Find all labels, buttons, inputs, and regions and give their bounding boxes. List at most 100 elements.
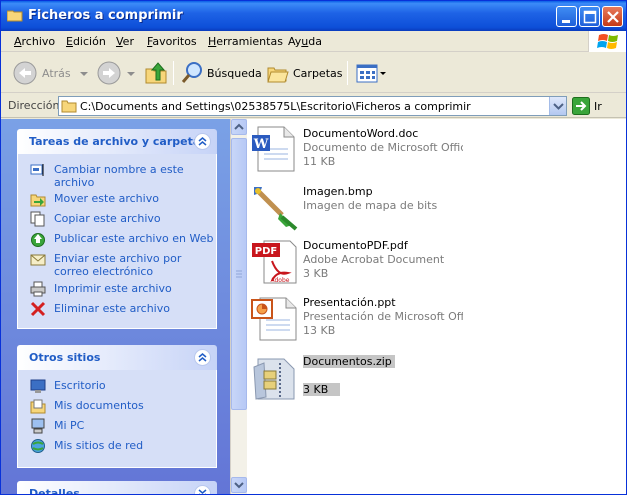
up-folder-button[interactable]	[144, 60, 168, 86]
minimize-icon	[562, 20, 570, 23]
search-icon	[181, 62, 202, 83]
collapse-button[interactable]	[194, 133, 211, 150]
address-input[interactable]: C:\Documents and Settings\02538575L\Escr…	[58, 96, 567, 116]
back-label: Atrás	[42, 66, 71, 80]
my-computer-icon	[31, 418, 45, 434]
email-icon	[30, 254, 46, 266]
explorer-window: Ficheros a comprimir Archivo Edición Ver…	[0, 0, 627, 495]
chevron-down-icon	[127, 72, 135, 76]
file-item[interactable]: Imagen.bmp Imagen de mapa de bits	[247, 179, 626, 231]
publish-web-icon	[31, 233, 45, 247]
windows-flag-icon	[597, 34, 618, 49]
address-path: C:\Documents and Settings\02538575L\Escr…	[80, 100, 471, 113]
maximize-button[interactable]	[579, 6, 600, 27]
folder-icon	[7, 10, 23, 22]
file-item[interactable]: W DocumentoWord.doc Documento de Microso…	[247, 121, 626, 173]
up-folder-icon	[145, 62, 167, 84]
chevron-down-icon	[553, 103, 564, 110]
file-tasks-panel: Tareas de archivo y carpeta Cambiar nomb…	[17, 129, 217, 329]
address-label: Dirección	[8, 99, 60, 112]
menu-favoritos[interactable]: Favoritos	[147, 35, 197, 48]
other-places-body: Escritorio Mis documentos Mi PC Mis siti…	[17, 370, 217, 468]
rename-icon	[30, 164, 44, 176]
windows-logo	[588, 31, 626, 52]
panel-title: Detalles	[29, 487, 80, 495]
menu-ayuda[interactable]: Ayuda	[288, 35, 322, 48]
address-dropdown-button[interactable]	[549, 97, 566, 115]
toolbar: Atrás Búsqueda Carpetas	[1, 53, 626, 93]
scroll-down-button[interactable]	[231, 477, 247, 493]
task-pane-scrollbar[interactable]	[230, 119, 247, 494]
back-arrow-icon	[13, 61, 37, 85]
double-chevron-down-icon	[198, 489, 207, 494]
panel-title: Tareas de archivo y carpeta	[29, 135, 201, 148]
delete-icon	[30, 301, 46, 317]
zip-archive-icon	[253, 358, 295, 400]
chevron-up-icon	[234, 123, 244, 130]
bitmap-image-icon	[254, 187, 298, 231]
toolbar-separator	[347, 61, 348, 85]
go-label: Ir	[594, 99, 602, 113]
powerpoint-document-icon	[251, 297, 297, 341]
pdf-document-icon: PDF Adobe	[252, 240, 297, 284]
details-header[interactable]: Detalles	[17, 481, 217, 495]
search-button[interactable]: Búsqueda	[180, 60, 262, 86]
views-icon	[356, 64, 378, 83]
chevron-down-icon	[79, 72, 88, 76]
title-bar[interactable]: Ficheros a comprimir	[1, 1, 626, 31]
svg-text:W: W	[253, 137, 269, 152]
double-chevron-up-icon	[198, 353, 207, 362]
file-item[interactable]: PDF Adobe DocumentoPDF.pdf Adobe Acrobat…	[247, 233, 626, 285]
file-tasks-body: Cambiar nombre a este archivo Mover este…	[17, 154, 217, 329]
scroll-thumb[interactable]	[231, 138, 247, 410]
forward-arrow-icon	[97, 61, 121, 85]
folders-button[interactable]: Carpetas	[266, 60, 342, 86]
other-places-header[interactable]: Otros sitios	[17, 345, 217, 370]
search-label: Búsqueda	[207, 66, 262, 80]
desktop-icon	[30, 379, 46, 393]
details-panel: Detalles	[17, 481, 217, 495]
go-arrow-icon	[572, 97, 590, 115]
maximize-icon	[583, 10, 597, 24]
file-item[interactable]: Presentación.ppt Presentación de Microso…	[247, 290, 626, 342]
go-button[interactable]: Ir	[572, 97, 602, 115]
collapse-button[interactable]	[194, 349, 211, 366]
grip-icon	[236, 270, 242, 278]
my-documents-icon	[30, 399, 46, 414]
file-tasks-header[interactable]: Tareas de archivo y carpeta	[17, 129, 217, 154]
folder-icon	[61, 100, 77, 113]
double-chevron-up-icon	[198, 137, 207, 146]
close-icon	[607, 11, 619, 23]
window-title: Ficheros a comprimir	[28, 8, 183, 23]
expand-button[interactable]	[194, 485, 211, 494]
menu-bar: Archivo Edición Ver Favoritos Herramient…	[1, 31, 626, 52]
forward-button[interactable]	[96, 60, 136, 86]
copy-icon	[30, 211, 45, 227]
svg-text:Adobe: Adobe	[271, 277, 290, 284]
address-bar: Dirección C:\Documents and Settings\0253…	[1, 94, 626, 118]
menu-ver[interactable]: Ver	[116, 35, 134, 48]
minimize-button[interactable]	[556, 6, 577, 27]
views-button[interactable]	[355, 60, 387, 86]
menu-edicion[interactable]: Edición	[66, 35, 106, 48]
toolbar-separator	[173, 61, 174, 85]
back-button[interactable]: Atrás	[12, 60, 89, 86]
svg-text:PDF: PDF	[255, 246, 277, 257]
word-document-icon: W	[252, 126, 295, 172]
folders-label: Carpetas	[293, 66, 343, 80]
other-places-panel: Otros sitios Escritorio Mis documentos M…	[17, 345, 217, 468]
menu-herramientas[interactable]: Herramientas	[208, 35, 283, 48]
scroll-up-button[interactable]	[231, 119, 247, 135]
print-icon	[30, 281, 46, 297]
task-pane: Tareas de archivo y carpeta Cambiar nomb…	[1, 119, 230, 495]
move-icon	[30, 194, 46, 207]
file-list: W DocumentoWord.doc Documento de Microso…	[247, 119, 626, 494]
file-item-selected[interactable]: Documentos.zip 3 KB	[247, 349, 626, 401]
menu-archivo[interactable]: Archivo	[14, 35, 55, 48]
chevron-down-icon	[380, 72, 386, 75]
close-button[interactable]	[602, 6, 623, 27]
folders-icon	[267, 67, 289, 83]
network-icon	[31, 439, 45, 453]
chevron-down-icon	[234, 482, 244, 489]
panel-title: Otros sitios	[29, 351, 101, 364]
